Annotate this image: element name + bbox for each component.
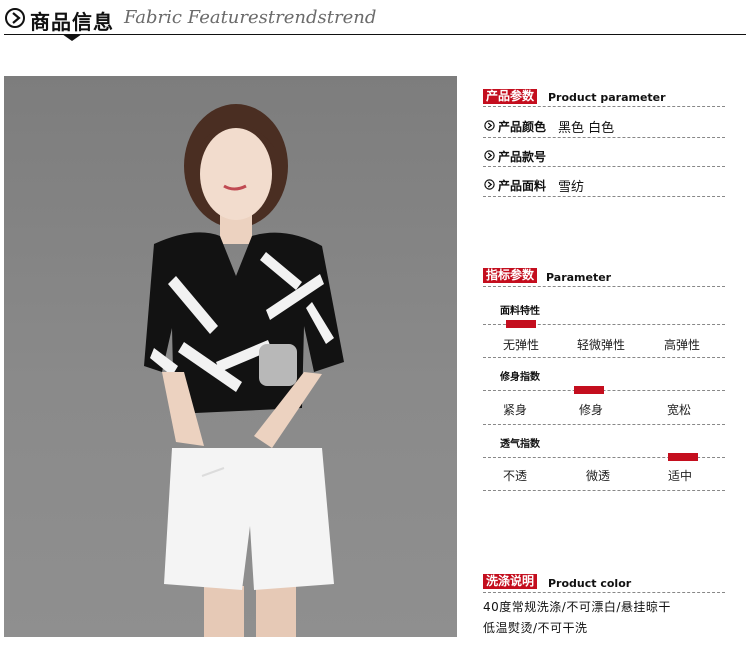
product-parameter-tag: 产品参数 bbox=[483, 89, 538, 104]
circle-arrow-icon bbox=[484, 150, 495, 161]
option-slim: 修身 bbox=[579, 403, 604, 417]
care-tag: 洗涤说明 bbox=[483, 574, 538, 589]
option-loose: 宽松 bbox=[667, 403, 692, 417]
circle-arrow-icon bbox=[484, 179, 495, 190]
care-title: Product color bbox=[548, 577, 632, 590]
option-high-stretch: 高弹性 bbox=[664, 338, 701, 352]
care-line-1: 40度常规洗涤/不可漂白/悬挂晾干 bbox=[483, 600, 671, 614]
divider bbox=[483, 424, 725, 425]
parameter-tag: 指标参数 bbox=[483, 268, 538, 283]
circle-arrow-icon bbox=[484, 120, 495, 131]
fabric-label: 产品面料 bbox=[498, 179, 547, 193]
divider bbox=[483, 357, 725, 358]
circle-arrow-icon bbox=[5, 8, 25, 28]
scale-line bbox=[483, 390, 725, 391]
color-label: 产品颜色 bbox=[498, 120, 547, 134]
divider bbox=[483, 106, 725, 107]
option-no-stretch: 无弹性 bbox=[503, 338, 540, 352]
style-number-label: 产品款号 bbox=[498, 150, 547, 164]
elasticity-marker bbox=[506, 320, 536, 328]
fit-index-title: 修身指数 bbox=[500, 372, 540, 383]
section-subtitle: Fabric Featurestrendstrend bbox=[124, 7, 377, 28]
fabric-value: 雪纺 bbox=[558, 180, 585, 195]
color-value: 黑色 白色 bbox=[558, 121, 615, 136]
fabric-elasticity-title: 面料特性 bbox=[500, 306, 540, 317]
divider bbox=[483, 286, 725, 287]
model-illustration bbox=[144, 104, 344, 637]
option-moderate: 适中 bbox=[668, 469, 693, 483]
option-slight-stretch: 轻微弹性 bbox=[577, 338, 626, 352]
option-not-breathable: 不透 bbox=[503, 469, 528, 483]
product-parameter-title: Product parameter bbox=[548, 91, 666, 104]
product-photo bbox=[4, 76, 457, 637]
option-tight: 紧身 bbox=[503, 403, 528, 417]
divider bbox=[483, 137, 725, 138]
parameter-title: Parameter bbox=[546, 271, 612, 284]
spec-panel: 产品参数 Product parameter 产品颜色 黑色 白色 产品款号 产… bbox=[483, 0, 725, 649]
care-line-2: 低温熨烫/不可干洗 bbox=[483, 621, 588, 635]
breathability-marker bbox=[668, 453, 698, 461]
divider bbox=[483, 490, 725, 491]
option-slightly-breathable: 微透 bbox=[586, 469, 611, 483]
section-title: 商品信息 bbox=[30, 10, 114, 34]
breathability-title: 透气指数 bbox=[500, 439, 540, 450]
divider bbox=[483, 196, 725, 197]
fit-marker bbox=[574, 386, 604, 394]
divider bbox=[483, 166, 725, 167]
header-pointer bbox=[62, 34, 82, 41]
divider bbox=[483, 592, 725, 593]
